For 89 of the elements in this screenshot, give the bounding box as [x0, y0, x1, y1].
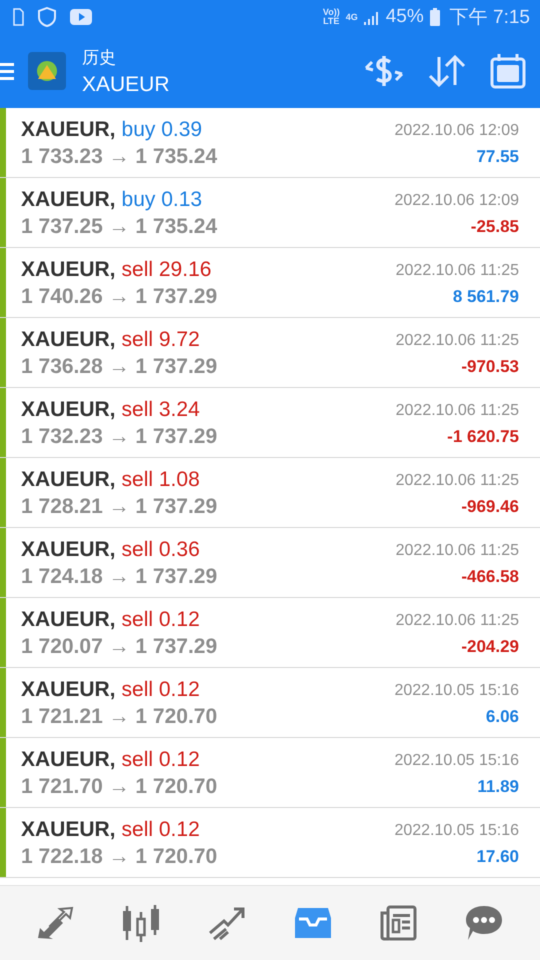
trade-volume: sell 0.12: [122, 818, 200, 842]
clock: 下午 7:15: [450, 6, 530, 30]
trade-row[interactable]: XAUEUR, sell 0.12 1 721.70 → 1 720.70 2022.10.05 15:16 11.89: [0, 738, 540, 808]
network-label: 4G: [346, 12, 358, 22]
profit-value: 17.60: [476, 847, 519, 867]
price-range: 1 722.18 → 1 720.70: [21, 845, 218, 869]
trade-row[interactable]: XAUEUR, sell 0.12 1 721.21 → 1 720.70 2022.10.05 15:16 6.06: [0, 668, 540, 738]
price-range: 1 732.23 → 1 737.29: [21, 425, 218, 449]
profit-value: -466.58: [461, 567, 519, 587]
price-range: 1 720.07 → 1 737.29: [21, 635, 218, 659]
trade-row[interactable]: XAUEUR, sell 0.36 1 724.18 → 1 737.29 2022.10.06 11:25 -466.58: [0, 528, 540, 598]
trade-row[interactable]: XAUEUR, sell 0.12 1 720.07 → 1 737.29 2022.10.06 11:25 -204.29: [0, 598, 540, 668]
trade-time: 2022.10.06 11:25: [396, 332, 519, 350]
trade-time: 2022.10.06 11:25: [396, 612, 519, 630]
symbol-label: XAUEUR,: [21, 468, 116, 492]
screen-title: 历史: [82, 46, 117, 68]
trade-volume: buy 0.13: [122, 188, 202, 212]
trade-time: 2022.10.06 12:09: [394, 192, 519, 210]
price-range: 1 724.18 → 1 737.29: [21, 565, 218, 589]
profit-value: 77.55: [476, 147, 519, 167]
symbol-subtitle: XAUEUR: [82, 72, 171, 96]
symbol-label: XAUEUR,: [21, 538, 116, 562]
price-range: 1 721.21 → 1 720.70: [21, 705, 218, 729]
symbol-label: XAUEUR,: [21, 328, 116, 352]
arrows-icon: [36, 906, 74, 940]
symbol-label: XAUEUR,: [21, 608, 116, 632]
profit-value: -970.53: [461, 357, 519, 377]
sort-button[interactable]: [428, 55, 466, 87]
chat-icon: [464, 904, 504, 942]
profit-value: -969.46: [461, 497, 519, 517]
symbol-label: XAUEUR,: [21, 188, 116, 212]
price-range: 1 721.70 → 1 720.70: [21, 775, 218, 799]
video-icon: [70, 9, 92, 25]
shield-icon: [38, 7, 56, 27]
trade-row[interactable]: XAUEUR, sell 29.16 1 740.26 → 1 737.29 2022.10.06 11:25 8 561.79: [0, 248, 540, 318]
profit-value: 6.06: [486, 707, 519, 727]
app-logo: [28, 52, 66, 90]
price-range: 1 728.21 → 1 737.29: [21, 495, 218, 519]
trade-time: 2022.10.06 11:25: [396, 472, 519, 490]
trade-time: 2022.10.05 15:16: [394, 752, 519, 770]
newspaper-icon: [378, 905, 417, 941]
symbol-label: XAUEUR,: [21, 818, 116, 842]
trade-time: 2022.10.06 11:25: [396, 262, 519, 280]
trade-volume: sell 9.72: [122, 328, 200, 352]
trade-volume: sell 0.12: [122, 748, 200, 772]
trade-row[interactable]: XAUEUR, buy 0.39 1 733.23 → 1 735.24 2022.10.06 12:09 77.55: [0, 108, 540, 178]
volte-label: Vo)): [322, 8, 340, 17]
trade-time: 2022.10.06 12:09: [394, 122, 519, 140]
signal-icon: [364, 9, 380, 25]
trade-row[interactable]: XAUEUR, sell 1.08 1 728.21 → 1 737.29 2022.10.06 11:25 -969.46: [0, 458, 540, 528]
price-range: 1 740.26 → 1 737.29: [21, 285, 218, 309]
trade-volume: sell 0.12: [122, 678, 200, 702]
inbox-icon: [294, 906, 332, 940]
trend-icon: [208, 905, 246, 941]
symbol-label: XAUEUR,: [21, 398, 116, 422]
symbol-label: XAUEUR,: [21, 118, 116, 142]
trade-row[interactable]: XAUEUR, buy 0.13 1 737.25 → 1 735.24 2022.10.06 12:09 -25.85: [0, 178, 540, 248]
price-range: 1 736.28 → 1 737.29: [21, 355, 218, 379]
calendar-button[interactable]: [490, 53, 526, 89]
candlestick-icon: [120, 904, 161, 942]
profit-value: 11.89: [477, 777, 519, 797]
battery-icon: [430, 8, 440, 26]
battery-percent: 45%: [386, 6, 424, 28]
profit-value: 8 561.79: [452, 287, 519, 307]
sim-icon: [12, 8, 24, 26]
trade-row[interactable]: XAUEUR, sell 3.24 1 732.23 → 1 737.29 2022.10.06 11:25 -1 620.75: [0, 388, 540, 458]
profit-value: -25.85: [470, 217, 519, 237]
trade-volume: sell 1.08: [122, 468, 200, 492]
trade-volume: buy 0.39: [122, 118, 202, 142]
symbol-label: XAUEUR,: [21, 748, 116, 772]
symbol-label: XAUEUR,: [21, 258, 116, 282]
trade-row[interactable]: XAUEUR, sell 9.72 1 736.28 → 1 737.29 2022.10.06 11:25 -970.53: [0, 318, 540, 388]
profit-value: -204.29: [461, 637, 519, 657]
lte-label: LTE: [323, 17, 340, 26]
price-range: 1 737.25 → 1 735.24: [21, 215, 218, 239]
trade-volume: sell 3.24: [122, 398, 200, 422]
trade-volume: sell 29.16: [122, 258, 212, 282]
symbol-label: XAUEUR,: [21, 678, 116, 702]
menu-icon[interactable]: [0, 62, 14, 80]
trade-time: 2022.10.05 15:16: [394, 822, 519, 840]
trade-time: 2022.10.05 15:16: [394, 682, 519, 700]
profit-value: -1 620.75: [447, 427, 519, 447]
trade-volume: sell 0.12: [122, 608, 200, 632]
trade-volume: sell 0.36: [122, 538, 200, 562]
dollar-exchange-button[interactable]: [364, 54, 404, 88]
trade-row[interactable]: XAUEUR, sell 0.12 1 722.18 → 1 720.70 2022.10.05 15:16 17.60: [0, 808, 540, 878]
trade-time: 2022.10.06 11:25: [396, 402, 519, 420]
trade-time: 2022.10.06 11:25: [396, 542, 519, 560]
price-range: 1 733.23 → 1 735.24: [21, 145, 218, 169]
